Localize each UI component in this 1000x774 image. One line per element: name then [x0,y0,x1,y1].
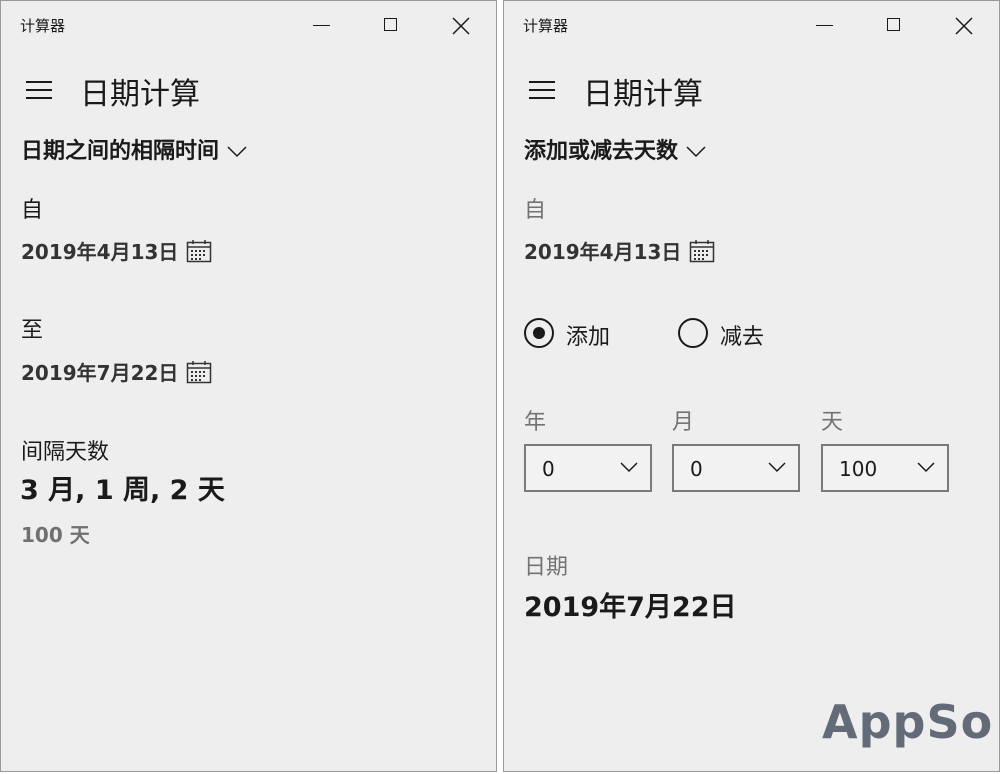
difference-result: 3 月, 1 周, 2 天 [20,475,225,506]
radio-unselected-icon [678,318,708,348]
chevron-down-icon [227,145,247,157]
subtract-radio-label: 减去 [720,325,765,350]
title-bar[interactable]: 计算器 [504,1,999,51]
from-label: 自 [21,198,44,223]
chevron-down-icon [620,462,638,473]
maximize-button[interactable] [871,9,917,43]
hamburger-menu-icon[interactable] [26,81,52,99]
calculation-mode-label: 添加或减去天数 [524,139,679,164]
months-combobox[interactable]: 0 [672,444,800,492]
app-title: 计算器 [20,17,66,35]
title-bar[interactable]: 计算器 [1,1,496,51]
add-radio-label: 添加 [566,325,611,350]
close-icon [955,17,973,35]
from-date-picker[interactable]: 2019年4月13日 [524,236,715,265]
minimize-icon [313,25,330,26]
from-date-picker[interactable]: 2019年4月13日 [21,236,212,265]
days-combobox[interactable]: 100 [821,444,949,492]
minimize-icon [816,25,833,26]
result-date: 2019年7月22日 [524,592,737,623]
calculation-mode-dropdown[interactable]: 日期之间的相隔时间 [21,133,247,167]
appso-watermark-logo: AppSo [822,695,994,749]
to-label: 至 [21,318,44,343]
to-date-picker[interactable]: 2019年7月22日 [21,357,212,386]
app-title: 计算器 [523,17,569,35]
radio-selected-icon [524,318,554,348]
years-combobox[interactable]: 0 [524,444,652,492]
months-value: 0 [690,457,703,481]
close-button[interactable] [941,9,987,43]
calendar-icon [690,240,715,263]
days-label: 天 [821,410,844,435]
close-icon [452,17,470,35]
maximize-icon [887,18,900,31]
hamburger-menu-icon[interactable] [529,81,555,99]
difference-days: 100 天 [21,523,90,547]
calculator-window-add-subtract: 计算器 日期计算 添加或减去天数 自 2019年4月13日 添加 减去 年 月 … [503,0,1000,772]
from-label: 自 [524,198,547,223]
from-date-value: 2019年4月13日 [524,240,682,264]
chevron-down-icon [917,462,935,473]
minimize-button[interactable] [298,9,344,43]
months-label: 月 [672,410,695,435]
to-date-value: 2019年7月22日 [21,361,179,385]
days-value: 100 [839,457,878,481]
calendar-icon [187,240,212,263]
page-title: 日期计算 [583,77,703,112]
from-date-value: 2019年4月13日 [21,240,179,264]
difference-label: 间隔天数 [21,440,110,465]
calculator-window-date-difference: 计算器 日期计算 日期之间的相隔时间 自 2019年4月13日 至 2019年7… [0,0,497,772]
maximize-icon [384,18,397,31]
minimize-button[interactable] [801,9,847,43]
calculation-mode-dropdown[interactable]: 添加或减去天数 [524,133,706,167]
maximize-button[interactable] [368,9,414,43]
calendar-icon [187,361,212,384]
result-label: 日期 [524,555,569,580]
chevron-down-icon [768,462,786,473]
close-button[interactable] [438,9,484,43]
calculation-mode-label: 日期之间的相隔时间 [21,139,220,164]
chevron-down-icon [686,145,706,157]
page-title: 日期计算 [80,77,200,112]
years-value: 0 [542,457,555,481]
years-label: 年 [524,410,547,435]
